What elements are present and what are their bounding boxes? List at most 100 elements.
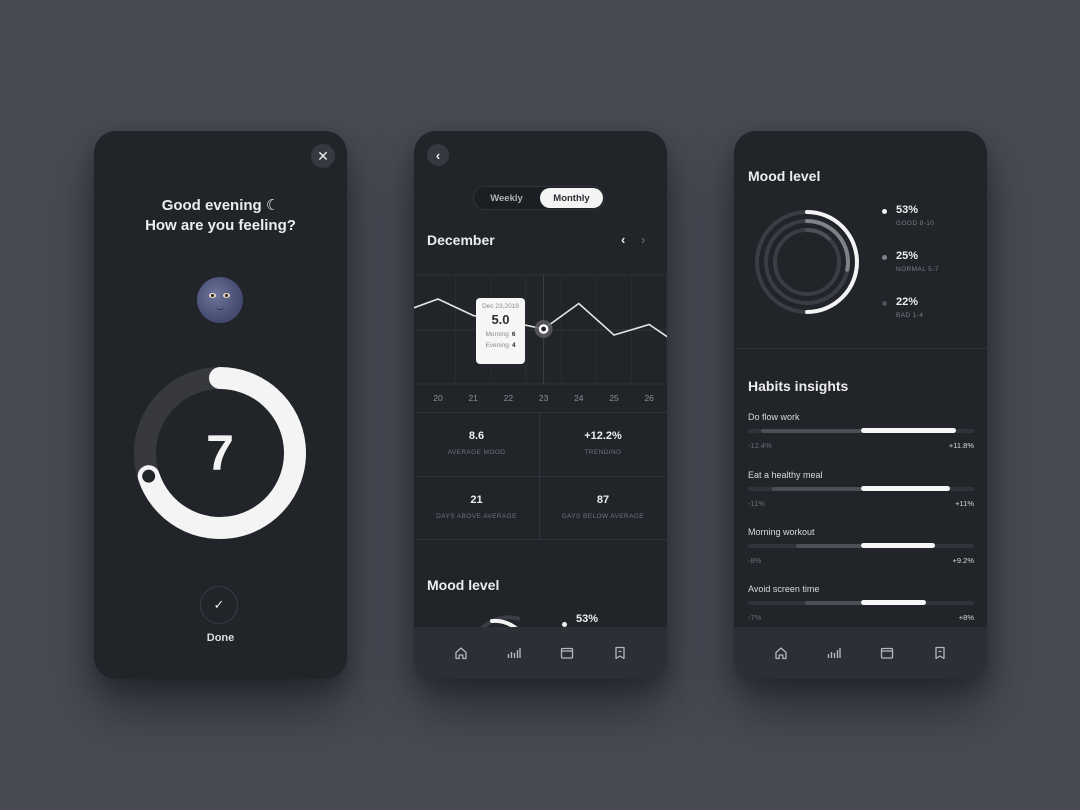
stat-days-above: 21 DAYS ABOVE AVERAGE [414, 477, 540, 541]
period-toggle: Weekly Monthly [473, 186, 605, 210]
tooltip-morning-label: Morning [485, 331, 509, 338]
habit-negative-value: -11% [748, 499, 765, 508]
legend-dot-bad [882, 301, 887, 306]
habit-negative-bar [804, 601, 861, 605]
tab-stats[interactable] [822, 641, 846, 665]
selected-point [538, 324, 549, 334]
tab-calendar[interactable] [875, 641, 899, 665]
habit-negative-bar [760, 429, 861, 433]
greeting: Good evening ☾ How are you feeling? [94, 196, 347, 236]
habit-negative-value: -12.4% [748, 441, 772, 450]
tab-home[interactable] [449, 641, 473, 665]
calendar-icon [880, 647, 894, 659]
stat-label: DAYS ABOVE AVERAGE [436, 513, 517, 520]
tooltip-morning-value: 6 [511, 331, 516, 338]
tooltip-morning: Morning 6 [476, 331, 525, 338]
tooltip-evening: Evening 4 [476, 342, 525, 349]
stat-label: TRENDING [584, 449, 622, 456]
chart-tooltip: Dec 23,2019 5.0 Morning 6 Evening 4 [476, 298, 525, 364]
tab-stats[interactable] [502, 641, 526, 665]
habit-negative-bar [796, 544, 861, 548]
prev-month-button[interactable]: ‹ [621, 232, 625, 247]
data-point [437, 298, 439, 300]
bookmark-icon [615, 646, 626, 660]
close-button[interactable]: ✕ [311, 144, 335, 168]
home-icon [774, 647, 787, 660]
mood-level-title: Mood level [748, 168, 821, 184]
back-button[interactable]: ‹ [427, 144, 449, 166]
habit-name: Morning workout [748, 527, 815, 537]
tab-calendar[interactable] [555, 641, 579, 665]
close-icon: ✕ [317, 147, 329, 164]
habit-negative-value: -7% [748, 613, 762, 622]
section-divider [734, 348, 987, 349]
check-icon: ✓ [213, 597, 225, 612]
tab-monthly[interactable]: Monthly [540, 188, 603, 208]
stat-days-below: 87 DAYS BELOW AVERAGE [540, 477, 666, 541]
bar-chart-icon [507, 648, 521, 658]
greeting-question: How are you feeling? [145, 217, 296, 234]
legend-normal-label: NORMAL 5-7 [896, 266, 939, 273]
legend-normal-pct: 25% [896, 250, 919, 262]
mood-line-chart[interactable] [414, 274, 667, 410]
mood-score: 7 [206, 425, 234, 481]
mood-level-title: Mood level [427, 577, 500, 593]
stat-value: +12.2% [584, 430, 622, 442]
x-tick-label: 22 [503, 393, 514, 403]
data-point [578, 302, 580, 305]
next-month-button[interactable]: › [641, 232, 645, 247]
habit-positive-value: +11.8% [948, 441, 974, 450]
mood-good-pct: 53% [576, 613, 599, 625]
stats-grid: 8.6 AVERAGE MOOD +12.2% TRENDING 21 DAYS… [414, 412, 667, 541]
habit-positive-value: +11% [955, 499, 974, 508]
data-point [648, 323, 650, 326]
insights-screen: Mood level 53% GOOD 8-10 25% NORMAL 5-7 … [734, 131, 987, 679]
greeting-line-1: Good evening ☾ [161, 197, 280, 214]
stat-label: AVERAGE MOOD [447, 449, 506, 456]
tooltip-evening-value: 4 [511, 342, 516, 349]
tooltip-value: 5.0 [491, 312, 510, 327]
habit-positive-value: +8% [958, 613, 974, 622]
habit-item[interactable]: Do flow work -12.4% +11.8% [748, 412, 974, 456]
x-tick-label: 26 [644, 393, 654, 403]
stat-value: 87 [596, 494, 610, 506]
x-tick-label: 24 [574, 393, 584, 403]
habit-positive-value: +9.2% [952, 556, 974, 565]
new-moon-face-emoji-icon [197, 277, 243, 323]
x-tick-label: 20 [433, 393, 443, 403]
tab-home[interactable] [769, 641, 793, 665]
legend-bad-pct: 22% [896, 296, 919, 308]
calendar-icon [560, 647, 574, 659]
tab-saved[interactable] [928, 641, 952, 665]
habit-positive-bar [861, 543, 936, 548]
data-point [472, 314, 474, 317]
habit-positive-bar [861, 428, 957, 433]
habit-negative-bar [772, 487, 861, 491]
legend-dot-good [882, 209, 887, 214]
bookmark-icon [935, 646, 946, 660]
habit-positive-bar [861, 486, 950, 491]
chevron-left-icon: ‹ [621, 232, 626, 247]
habit-positive-bar [861, 600, 926, 605]
stat-average-mood: 8.6 AVERAGE MOOD [414, 413, 540, 477]
tab-weekly[interactable]: Weekly [475, 188, 538, 208]
legend-good-pct: 53% [896, 204, 919, 216]
stat-label: DAYS BELOW AVERAGE [561, 513, 645, 520]
tab-saved[interactable] [608, 641, 632, 665]
habit-item[interactable]: Morning workout -8% +9.2% [748, 527, 974, 571]
done-button[interactable]: ✓ [200, 586, 238, 624]
x-axis-labels: 20 21 22 23 24 25 26 [414, 393, 667, 409]
tab-bar [734, 627, 987, 679]
x-tick-label: 21 [468, 393, 478, 403]
legend-bad-label: BAD 1-4 [896, 312, 924, 319]
tooltip-evening-label: Evening [485, 342, 509, 349]
habit-item[interactable]: Avoid screen time -7% +8% [748, 584, 974, 628]
done-label: Done [206, 632, 235, 644]
habit-name: Eat a healthy meal [748, 470, 823, 480]
legend-dot-normal [882, 255, 887, 260]
habit-name: Avoid screen time [748, 584, 820, 594]
habit-item[interactable]: Eat a healthy meal -11% +11% [748, 470, 974, 514]
data-point [613, 334, 615, 336]
chevron-left-icon: ‹ [435, 147, 441, 163]
x-tick-label: 23 [538, 393, 549, 403]
